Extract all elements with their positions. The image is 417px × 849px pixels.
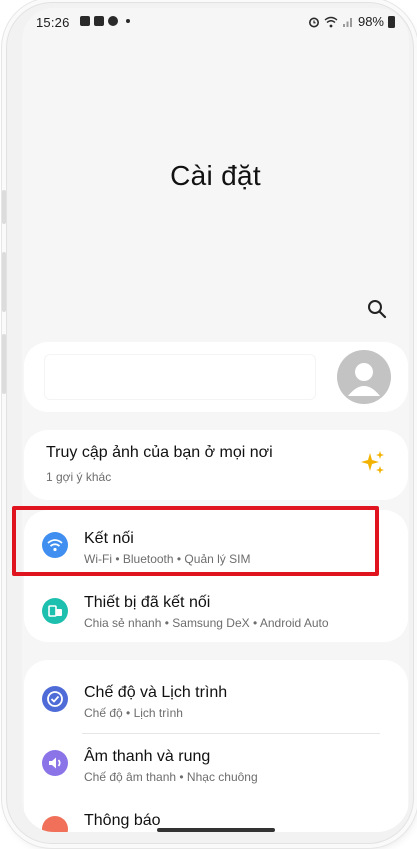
volume-down-button: [2, 252, 6, 312]
settings-item-title: Chế độ và Lịch trình: [84, 684, 228, 701]
search-button[interactable]: [366, 298, 388, 320]
settings-group-modes: Chế độ và Lịch trình Chế độ • Lịch trình…: [24, 660, 408, 832]
photo-access-suggestion[interactable]: Truy cập ảnh của bạn ở mọi nơi 1 gợi ý k…: [24, 430, 408, 500]
settings-item-subtitle: Chế độ âm thanh • Nhạc chuông: [84, 770, 258, 784]
suggestion-title: Truy cập ảnh của bạn ở mọi nơi: [46, 444, 273, 461]
settings-item-connected-devices[interactable]: Thiết bị đã kết nối Chia sẻ nhanh • Sams…: [24, 576, 408, 642]
screen: 15:26 98% Cài đặt Truy cập ảnh của bạn ở…: [22, 8, 409, 832]
user-avatar-icon: [348, 363, 380, 396]
signal-icon: [342, 17, 352, 27]
settings-item-modes-routines[interactable]: Chế độ và Lịch trình Chế độ • Lịch trình: [24, 660, 408, 728]
settings-item-title: Thiết bị đã kết nối: [84, 594, 211, 611]
page-title: Cài đặt: [170, 160, 261, 191]
status-bar: 15:26 98%: [22, 8, 409, 36]
settings-item-subtitle: Chia sẻ nhanh • Samsung DeX • Android Au…: [84, 616, 329, 630]
account-card[interactable]: [24, 342, 408, 412]
account-name-placeholder: [44, 354, 316, 400]
wifi-icon: [324, 16, 338, 27]
settings-item-title: Âm thanh và rung: [84, 748, 211, 765]
avatar[interactable]: [337, 350, 391, 404]
search-icon: [368, 300, 387, 319]
side-key: [2, 334, 6, 394]
connected-devices-icon: [42, 598, 68, 624]
settings-item-title: Thông báo: [84, 812, 161, 829]
modes-check-icon: [42, 686, 68, 712]
status-notification-icons: [80, 16, 130, 26]
messenger-icon: [108, 16, 118, 26]
suggestion-subtitle: 1 gợi ý khác: [46, 470, 112, 484]
sparkle-icon: [361, 451, 384, 474]
battery-icon: [388, 15, 395, 28]
settings-item-subtitle: Chế độ • Lịch trình: [84, 706, 183, 720]
status-time: 15:26: [36, 15, 70, 30]
status-system-icons: 98%: [308, 14, 395, 29]
highlight-box: [12, 506, 379, 576]
gallery-icon: [94, 16, 104, 26]
settings-item-sounds-vibration[interactable]: Âm thanh và rung Chế độ âm thanh • Nhạc …: [24, 734, 408, 798]
notification-icon: [42, 816, 68, 832]
battery-percentage: 98%: [357, 14, 384, 29]
gesture-home-bar[interactable]: [157, 828, 275, 832]
speaker-icon: [42, 750, 68, 776]
dot-icon: [126, 19, 130, 23]
calendar-icon: [80, 16, 90, 26]
volume-up-button: [2, 190, 6, 224]
alarm-icon: [308, 17, 319, 27]
